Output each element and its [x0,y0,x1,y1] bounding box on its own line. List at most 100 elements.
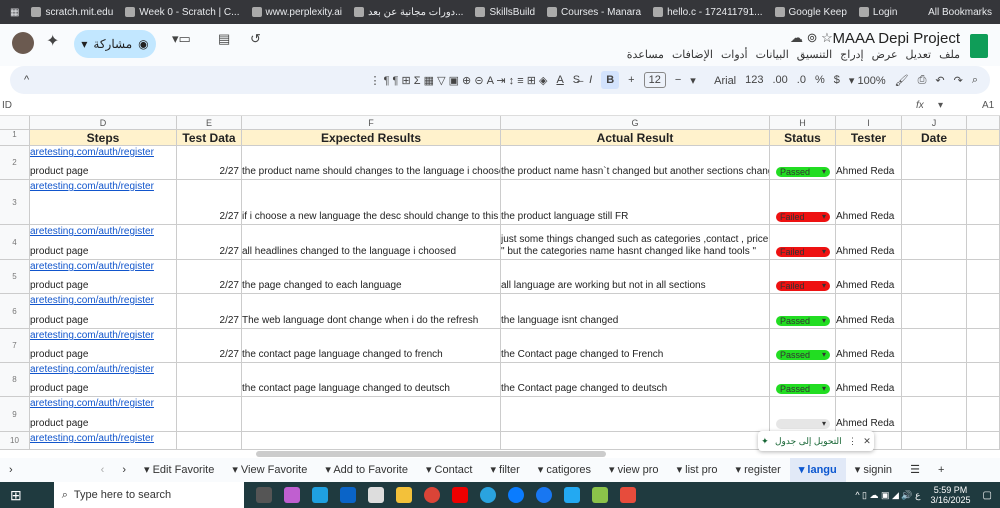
row-number[interactable]: 7 [0,329,30,363]
share-button[interactable]: ▾ مشاركة ◉ [74,30,156,58]
column-header[interactable]: J [902,116,967,130]
bookmark-item[interactable]: SkillsBuild [475,7,535,18]
date-cell[interactable] [902,329,967,363]
actual-cell[interactable] [501,432,770,450]
actual-cell[interactable]: the Contact page changed to deutsch [501,363,770,397]
expected-cell[interactable]: the product name should changes to the l… [242,146,501,180]
register-link[interactable]: aretesting.com/auth/register [30,147,154,158]
italic-button[interactable]: I [589,74,592,86]
expected-cell[interactable]: the contact page language changed to deu… [242,363,501,397]
menu-item[interactable]: أدوات [721,48,748,61]
sheet-tab[interactable]: ▾ list pro [668,458,727,482]
youtube-icon[interactable] [451,487,468,503]
tester-cell[interactable]: Ahmed Reda [836,363,902,397]
system-tray-icons[interactable]: ^ ▯ ☁ ▣ ◢ 🔊 ع [855,490,920,501]
status-dropdown[interactable]: Failed ▾ [776,212,830,222]
telegram-icon[interactable] [479,487,496,503]
print-icon[interactable]: ⎙ [918,74,927,87]
date-cell[interactable] [902,146,967,180]
sheets-logo-icon[interactable] [970,34,988,58]
row-number[interactable]: 3 [0,180,30,225]
test-data-cell[interactable]: 2/27 [177,294,242,329]
status-dropdown[interactable]: ▾ [776,419,830,429]
register-link[interactable]: aretesting.com/auth/register [30,364,154,375]
empty-cell[interactable] [967,225,1000,260]
sheet-tab[interactable]: ▾ view pro [600,458,668,482]
expected-cell[interactable]: the contact page language changed to fre… [242,329,501,363]
status-cell[interactable]: Failed ▾ [770,260,836,294]
formula-input[interactable]: ID [2,100,12,111]
history-icon[interactable]: ↺ [250,31,261,47]
convert-to-table-chip[interactable]: ✦ التحويل إلى جدول ⋮ ✕ [758,431,874,451]
column-header[interactable] [967,116,1000,130]
row-number[interactable]: 1 [0,130,30,146]
steps-cell[interactable]: aretesting.com/auth/register [30,180,177,225]
test-data-cell[interactable]: 2/27 [177,180,242,225]
tester-cell[interactable]: Ahmed Reda [836,225,902,260]
steps-cell[interactable]: aretesting.com/auth/register product page [30,294,177,329]
empty-cell[interactable] [967,260,1000,294]
status-cell[interactable]: Passed ▾ [770,146,836,180]
store-icon[interactable] [367,487,384,503]
header-cell[interactable]: Expected Results [242,130,501,146]
status-dropdown[interactable]: Passed ▾ [776,167,830,177]
strikethrough-icon[interactable]: S̶ [573,74,580,86]
expected-cell[interactable] [242,432,501,450]
date-cell[interactable] [902,363,967,397]
font-size-input[interactable]: 12 [643,72,666,88]
steps-cell[interactable]: aretesting.com/auth/register product page [30,225,177,260]
clock[interactable]: 5:59 PM 3/16/2025 [931,485,971,505]
bookmark-item[interactable]: Google Keep [774,7,847,18]
task-view-icon[interactable] [255,487,272,503]
menu-item[interactable]: ملف [939,48,960,61]
outlook-icon[interactable] [339,487,356,503]
menu-item[interactable]: عرض [872,48,898,61]
empty-cell[interactable] [967,363,1000,397]
vscode-icon[interactable] [563,487,580,503]
expand-icon[interactable]: › [0,458,22,482]
empty-cell[interactable] [967,329,1000,363]
expected-cell[interactable]: all headlines changed to the language i … [242,225,501,260]
row-number[interactable]: 5 [0,260,30,294]
copilot-icon[interactable] [283,487,300,503]
empty-cell[interactable] [967,432,1000,450]
register-link[interactable]: aretesting.com/auth/register [30,226,154,237]
expected-cell[interactable] [242,397,501,432]
column-header[interactable]: H [770,116,836,130]
gemini-icon[interactable]: ✦ [46,31,59,51]
app-icon[interactable] [619,487,636,503]
tester-cell[interactable]: Ahmed Reda [836,397,902,432]
percent-format[interactable]: % [815,74,825,86]
status-dropdown[interactable]: Passed ▾ [776,384,830,394]
bookmark-item[interactable]: دورات مجانية عن بعد... [354,7,463,18]
windows-start-icon[interactable]: ⊞ [10,487,22,504]
empty-cell[interactable] [967,397,1000,432]
toolbar-icons[interactable]: ⋮ ¶ ¶ ⊞ Σ ▦ ▽ ▣ ⊕ ⊝ A ⇥ ↕ ≡ ⊞ ◈ [370,74,548,87]
all-bookmarks[interactable]: All Bookmarks [928,7,992,18]
header-cell[interactable] [967,130,1000,146]
steps-cell[interactable]: aretesting.com/auth/register product page [30,260,177,294]
bookmark-item[interactable]: Courses - Manara [547,7,641,18]
sheet-tab[interactable]: ▾ langu [789,458,846,482]
close-icon[interactable]: ✕ [863,436,871,447]
actual-cell[interactable]: all language are working but not in all … [501,260,770,294]
row-number[interactable]: 6 [0,294,30,329]
date-cell[interactable] [902,397,967,432]
actual-cell[interactable]: the product language still FR [501,180,770,225]
test-data-cell[interactable]: 2/27 [177,329,242,363]
steps-cell[interactable]: aretesting.com/auth/register product page [30,146,177,180]
undo-icon[interactable]: ↶ [935,74,944,87]
status-dropdown[interactable]: Passed ▾ [776,350,830,360]
font-select[interactable]: ▾ Arial [690,74,736,87]
header-cell[interactable]: Date [902,130,967,146]
test-data-cell[interactable]: 2/27 [177,260,242,294]
increase-decimal[interactable]: .00 [773,74,788,86]
expected-cell[interactable]: the page changed to each language [242,260,501,294]
steps-cell[interactable]: aretesting.com/auth/register product page [30,329,177,363]
status-cell[interactable]: Failed ▾ [770,225,836,260]
name-box[interactable]: A1 [982,100,994,111]
row-number[interactable]: 10 [0,432,30,450]
header-cell[interactable]: Status [770,130,836,146]
sheet-tab[interactable]: ▾ signin [846,458,901,482]
status-cell[interactable]: Passed ▾ [770,294,836,329]
